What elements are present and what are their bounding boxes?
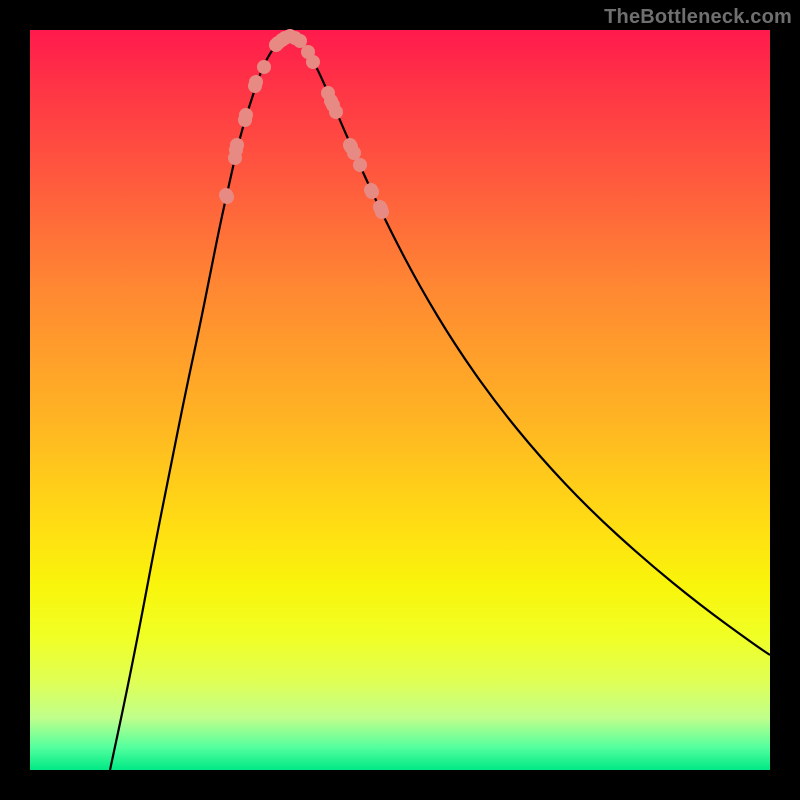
data-marker — [353, 158, 367, 172]
data-marker — [375, 205, 389, 219]
data-marker — [239, 108, 253, 122]
data-marker — [306, 55, 320, 69]
data-marker — [249, 75, 263, 89]
data-marker — [347, 146, 361, 160]
data-marker — [365, 185, 379, 199]
data-marker — [220, 190, 234, 204]
data-marker — [329, 105, 343, 119]
chart-svg — [0, 0, 800, 800]
bottleneck-curve — [110, 37, 770, 770]
chart-container: TheBottleneck.com — [0, 0, 800, 800]
data-marker — [230, 138, 244, 152]
watermark-text: TheBottleneck.com — [604, 6, 792, 29]
data-marker — [257, 60, 271, 74]
